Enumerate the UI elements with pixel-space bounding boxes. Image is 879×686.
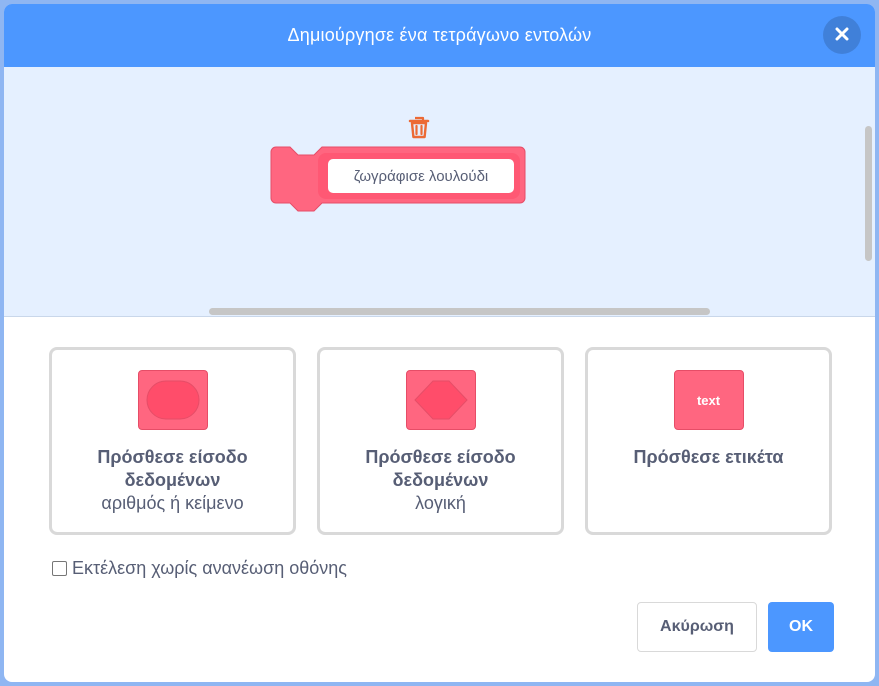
block-name-input[interactable]: ζωγράφισε λουλούδι [328, 159, 514, 193]
label-icon-text: text [696, 392, 721, 408]
ok-button[interactable]: OK [768, 602, 834, 652]
add-number-text-input-button[interactable]: Πρόσθεσε είσοδο δεδομένων αριθμός ή κείμ… [49, 347, 296, 535]
block-options: Πρόσθεσε είσοδο δεδομένων αριθμός ή κείμ… [49, 347, 832, 535]
hexagon-input-icon [405, 370, 476, 430]
label-icon: text [673, 370, 744, 430]
close-button[interactable] [823, 16, 861, 54]
option-subtitle: λογική [415, 493, 466, 513]
add-label-button[interactable]: text Πρόσθεσε ετικέτα [585, 347, 832, 535]
run-without-refresh-row[interactable]: Εκτέλεση χωρίς ανανέωση οθόνης [52, 558, 347, 579]
cancel-button[interactable]: Ακύρωση [637, 602, 757, 652]
horizontal-scrollbar[interactable] [209, 308, 710, 315]
custom-block[interactable]: ζωγράφισε λουλούδι [270, 146, 526, 214]
round-input-icon [137, 370, 208, 430]
vertical-scrollbar[interactable] [865, 126, 872, 261]
make-block-dialog: Δημιούργησε ένα τετράγωνο εντολών ζωγράφ… [4, 4, 875, 682]
close-icon [835, 25, 849, 46]
dialog-title: Δημιούργησε ένα τετράγωνο εντολών [287, 25, 592, 45]
option-title: Πρόσθεσε ετικέτα [633, 447, 784, 467]
trash-icon[interactable] [406, 114, 432, 140]
block-preview-workspace[interactable]: ζωγράφισε λουλούδι [4, 67, 875, 317]
dialog-header: Δημιούργησε ένα τετράγωνο εντολών [4, 4, 875, 67]
add-boolean-input-button[interactable]: Πρόσθεσε είσοδο δεδομένων λογική [317, 347, 564, 535]
option-title: Πρόσθεσε είσοδο δεδομένων [97, 447, 248, 490]
option-title: Πρόσθεσε είσοδο δεδομένων [365, 447, 516, 490]
run-without-refresh-label[interactable]: Εκτέλεση χωρίς ανανέωση οθόνης [72, 558, 347, 579]
run-without-refresh-checkbox[interactable] [52, 561, 67, 576]
option-subtitle: αριθμός ή κείμενο [101, 493, 244, 513]
